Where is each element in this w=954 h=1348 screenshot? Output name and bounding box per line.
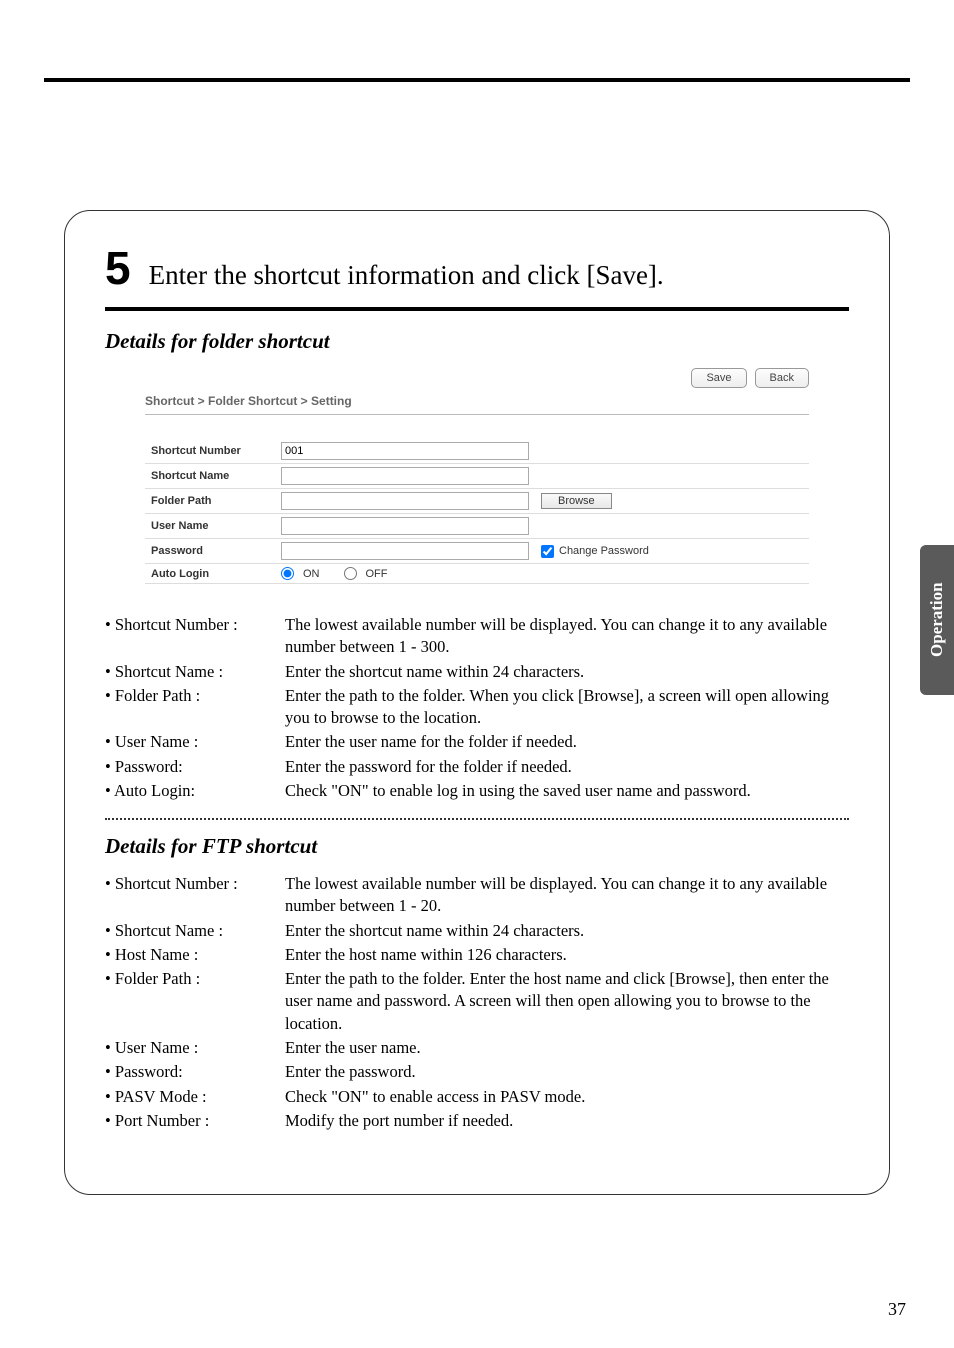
bullet-label: • Folder Path : bbox=[105, 685, 285, 730]
bullet-desc: Enter the user name for the folder if ne… bbox=[285, 731, 849, 753]
folder-path-input[interactable] bbox=[281, 492, 529, 510]
bullet-desc: Check "ON" to enable log in using the sa… bbox=[285, 780, 849, 802]
bullet-desc: The lowest available number will be disp… bbox=[285, 614, 849, 659]
user-name-label: User Name bbox=[145, 514, 275, 539]
list-item: • Password: Enter the password for the f… bbox=[105, 756, 849, 778]
list-item: • Folder Path : Enter the path to the fo… bbox=[105, 685, 849, 730]
password-label: Password bbox=[145, 539, 275, 564]
user-name-input[interactable] bbox=[281, 517, 529, 535]
folder-section-title: Details for folder shortcut bbox=[105, 329, 849, 354]
list-item: • Host Name : Enter the host name within… bbox=[105, 944, 849, 966]
folder-bullet-list: • Shortcut Number : The lowest available… bbox=[105, 614, 849, 802]
back-button[interactable]: Back bbox=[755, 368, 809, 388]
bullet-desc: Enter the shortcut name within 24 charac… bbox=[285, 661, 849, 683]
list-item: • User Name : Enter the user name for th… bbox=[105, 731, 849, 753]
shortcut-number-input[interactable] bbox=[281, 442, 529, 460]
bullet-desc: Enter the user name. bbox=[285, 1037, 849, 1059]
auto-login-label: Auto Login bbox=[145, 564, 275, 584]
row-shortcut-name: Shortcut Name bbox=[145, 464, 809, 489]
bullet-label: • Password: bbox=[105, 1061, 285, 1083]
bullet-desc: Enter the path to the folder. When you c… bbox=[285, 685, 849, 730]
row-password: Password Change Password bbox=[145, 539, 809, 564]
list-item: • Password: Enter the password. bbox=[105, 1061, 849, 1083]
browse-button[interactable]: Browse bbox=[541, 493, 612, 509]
list-item: • Shortcut Name : Enter the shortcut nam… bbox=[105, 661, 849, 683]
row-folder-path: Folder Path Browse bbox=[145, 489, 809, 514]
list-item: • Auto Login: Check "ON" to enable log i… bbox=[105, 780, 849, 802]
bullet-desc: Enter the password for the folder if nee… bbox=[285, 756, 849, 778]
bullet-label: • Port Number : bbox=[105, 1110, 285, 1132]
page-top-rule bbox=[44, 78, 910, 82]
page-number: 37 bbox=[888, 1299, 906, 1320]
step-title: Enter the shortcut information and click… bbox=[149, 260, 664, 291]
list-item: • Shortcut Number : The lowest available… bbox=[105, 873, 849, 918]
change-password-label: Change Password bbox=[559, 545, 649, 557]
on-label: ON bbox=[303, 568, 320, 580]
bullet-desc: Enter the shortcut name within 24 charac… bbox=[285, 920, 849, 942]
shortcut-number-label: Shortcut Number bbox=[145, 439, 275, 464]
bullet-desc: The lowest available number will be disp… bbox=[285, 873, 849, 918]
list-item: • Shortcut Number : The lowest available… bbox=[105, 614, 849, 659]
save-button[interactable]: Save bbox=[691, 368, 746, 388]
bullet-label: • User Name : bbox=[105, 1037, 285, 1059]
list-item: • PASV Mode : Check "ON" to enable acces… bbox=[105, 1086, 849, 1108]
bullet-desc: Check "ON" to enable access in PASV mode… bbox=[285, 1086, 849, 1108]
bullet-label: • User Name : bbox=[105, 731, 285, 753]
bullet-label: • Host Name : bbox=[105, 944, 285, 966]
bullet-desc: Enter the host name within 126 character… bbox=[285, 944, 849, 966]
folder-shortcut-ui: Save Back Shortcut > Folder Shortcut > S… bbox=[145, 368, 809, 584]
bullet-label: • Shortcut Number : bbox=[105, 614, 285, 659]
list-item: • Folder Path : Enter the path to the fo… bbox=[105, 968, 849, 1035]
bullet-label: • Shortcut Name : bbox=[105, 661, 285, 683]
auto-login-off-radio[interactable] bbox=[344, 567, 357, 580]
bullet-label: • Shortcut Number : bbox=[105, 873, 285, 918]
list-item: • Shortcut Name : Enter the shortcut nam… bbox=[105, 920, 849, 942]
bullet-label: • Auto Login: bbox=[105, 780, 285, 802]
bullet-desc: Modify the port number if needed. bbox=[285, 1110, 849, 1132]
off-label: OFF bbox=[366, 568, 388, 580]
row-user-name: User Name bbox=[145, 514, 809, 539]
content-frame: 5 Enter the shortcut information and cli… bbox=[64, 210, 890, 1195]
folder-path-label: Folder Path bbox=[145, 489, 275, 514]
side-tab-operation: Operation bbox=[920, 545, 954, 695]
ftp-section-title: Details for FTP shortcut bbox=[105, 834, 849, 859]
bullet-desc: Enter the password. bbox=[285, 1061, 849, 1083]
bullet-label: • Folder Path : bbox=[105, 968, 285, 1035]
row-auto-login: Auto Login ON OFF bbox=[145, 564, 809, 584]
shortcut-name-input[interactable] bbox=[281, 467, 529, 485]
password-input[interactable] bbox=[281, 542, 529, 560]
dotted-divider bbox=[105, 818, 849, 820]
row-shortcut-number: Shortcut Number bbox=[145, 439, 809, 464]
top-buttons: Save Back bbox=[145, 368, 809, 388]
auto-login-on-radio[interactable] bbox=[281, 567, 294, 580]
step-number: 5 bbox=[105, 241, 131, 295]
bullet-label: • PASV Mode : bbox=[105, 1086, 285, 1108]
bullet-desc: Enter the path to the folder. Enter the … bbox=[285, 968, 849, 1035]
form-table: Shortcut Number Shortcut Name Folder Pat… bbox=[145, 439, 809, 584]
breadcrumb: Shortcut > Folder Shortcut > Setting bbox=[145, 394, 809, 415]
list-item: • Port Number : Modify the port number i… bbox=[105, 1110, 849, 1132]
ftp-bullet-list: • Shortcut Number : The lowest available… bbox=[105, 873, 849, 1132]
bullet-label: • Shortcut Name : bbox=[105, 920, 285, 942]
list-item: • User Name : Enter the user name. bbox=[105, 1037, 849, 1059]
bullet-label: • Password: bbox=[105, 756, 285, 778]
step-header: 5 Enter the shortcut information and cli… bbox=[105, 241, 849, 311]
shortcut-name-label: Shortcut Name bbox=[145, 464, 275, 489]
change-password-checkbox[interactable] bbox=[541, 545, 554, 558]
